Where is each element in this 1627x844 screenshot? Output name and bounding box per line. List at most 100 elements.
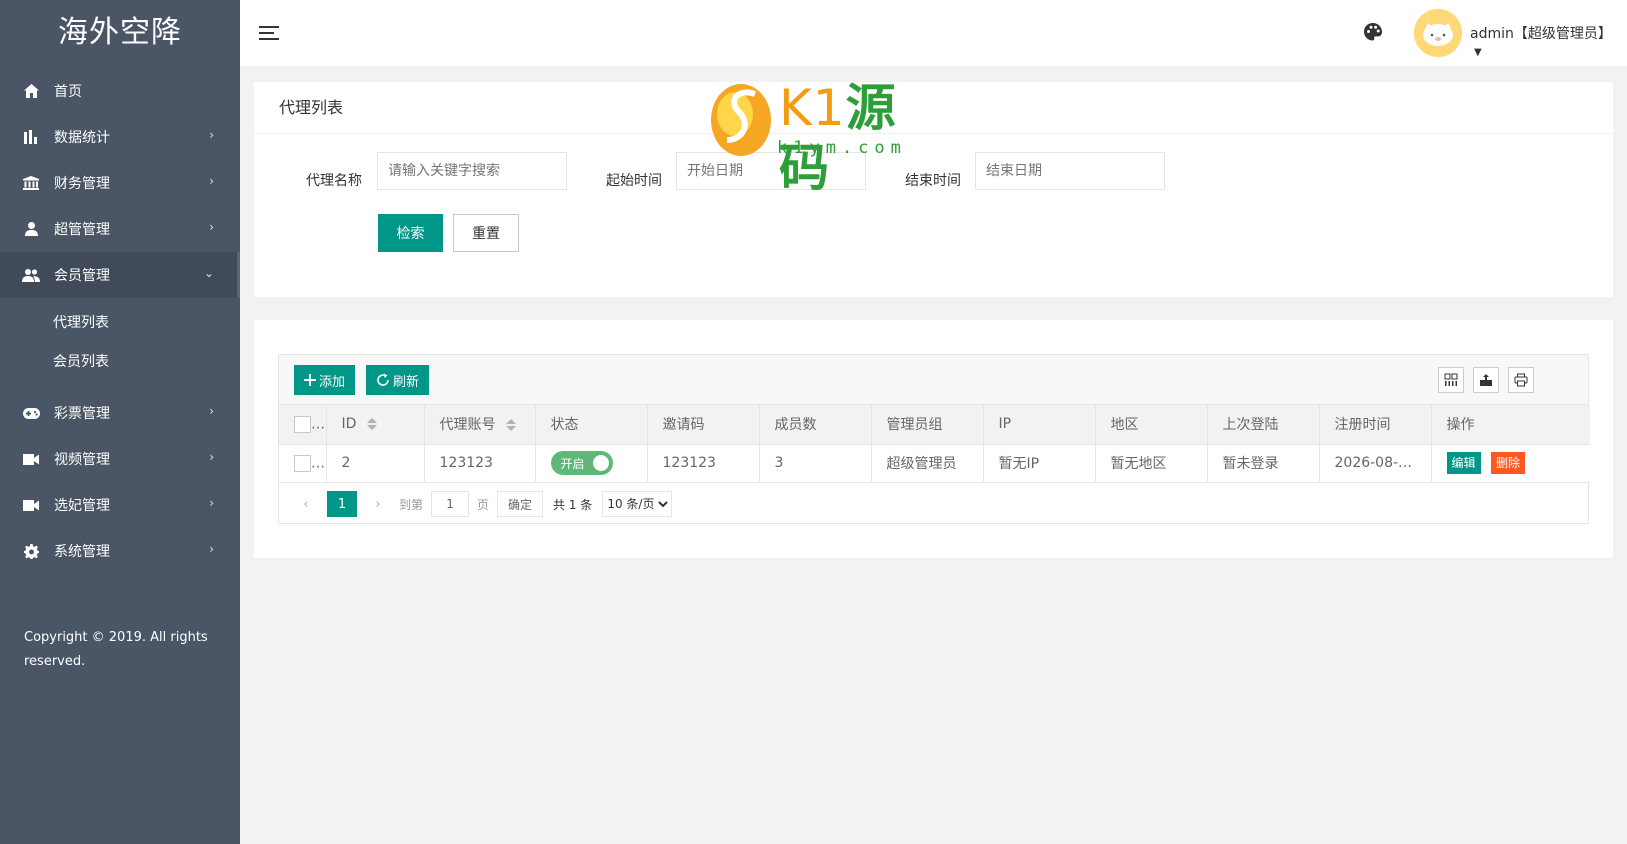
sidebar-item-label: 财务管理	[54, 176, 110, 192]
admin-user-menu[interactable]: admin【超级管理员】 ▼	[1470, 23, 1627, 59]
table-row: 2 123123 开启 123123 3 超级管理员 暂无IP 暂无地区 暂未登…	[279, 444, 1590, 483]
sidebar-item-label: 首页	[54, 84, 82, 100]
sidebar-item-members[interactable]: 会员管理 ⌄	[0, 252, 240, 298]
chevron-right-icon: ›	[209, 450, 214, 464]
submenu-item-agent-list[interactable]: 代理列表	[0, 304, 240, 343]
sidebar-item-label: 彩票管理	[54, 406, 110, 422]
page-unit-label: 页	[477, 497, 490, 512]
next-page-icon[interactable]: ›	[365, 491, 391, 517]
column-header-status: 状态	[535, 405, 648, 445]
refresh-button[interactable]: 刷新	[366, 365, 430, 395]
cell-status: 开启	[535, 444, 648, 483]
column-header-reg-time: 注册时间	[1319, 405, 1432, 445]
column-header-invite: 邀请码	[647, 405, 760, 445]
select-all-checkbox[interactable]	[294, 415, 311, 433]
column-header-last-login: 上次登陆	[1207, 405, 1320, 445]
reset-button[interactable]: 重置	[453, 214, 519, 252]
row-select-cell	[279, 444, 327, 483]
sidebar-item-lottery[interactable]: 彩票管理 ›	[0, 390, 240, 436]
refresh-icon	[377, 373, 389, 386]
caret-down-icon: ▼	[1474, 47, 1482, 58]
sidebar-item-label: 系统管理	[54, 544, 110, 560]
status-toggle[interactable]: 开启	[550, 451, 613, 475]
pagination: ‹ 1 › 到第 页 确定 共 1 条 10 条/页	[279, 485, 1588, 523]
delete-button[interactable]: 删除	[1490, 452, 1525, 474]
copyright-text: Copyright © 2019. All rights reserved.	[24, 630, 208, 669]
cell-id: 2	[326, 444, 425, 483]
camera-icon	[22, 496, 40, 514]
total-count: 共 1 条	[553, 497, 593, 512]
bar-chart-icon	[22, 128, 40, 146]
row-checkbox[interactable]	[294, 454, 311, 472]
sort-icon[interactable]	[366, 418, 377, 431]
goto-page-input[interactable]	[431, 491, 470, 517]
sidebar-item-system[interactable]: 系统管理 ›	[0, 528, 240, 574]
column-header-ip: IP	[983, 405, 1096, 445]
add-button-label: 添加	[319, 374, 346, 390]
watermark-emblem-icon	[711, 84, 771, 156]
table-toolbar: 添加 刷新	[279, 355, 1588, 405]
status-toggle-label: 开启	[560, 456, 585, 471]
agent-name-input[interactable]	[377, 152, 567, 190]
column-header-id[interactable]: ID	[326, 405, 425, 445]
sidebar: 海外空降 首页 数据统计 › 财务管理 › 超管管理 › 会员管理 ⌄ 代理列表…	[0, 0, 240, 844]
avatar[interactable]	[1414, 9, 1462, 57]
print-icon[interactable]	[1508, 367, 1534, 393]
watermark-url: k1ym.com	[777, 138, 907, 158]
bank-icon	[22, 174, 40, 192]
cell-reg-time: 2026-08-0...	[1319, 444, 1432, 483]
cell-group: 超级管理员	[871, 444, 984, 483]
search-card: 代理列表 代理名称 起始时间 结束时间 检索 重置	[254, 82, 1613, 297]
end-date-input[interactable]	[975, 152, 1165, 190]
sidebar-item-video[interactable]: 视频管理 ›	[0, 436, 240, 482]
column-header-account[interactable]: 代理账号	[424, 405, 536, 445]
columns-filter-icon[interactable]	[1438, 367, 1464, 393]
add-button[interactable]: 添加	[294, 365, 356, 395]
plus-icon	[304, 374, 316, 386]
card-title: 代理列表	[254, 82, 1613, 134]
edit-button[interactable]: 编辑	[1446, 452, 1481, 474]
sidebar-item-label: 数据统计	[54, 130, 110, 146]
admin-name-label: admin【超级管理员】	[1470, 26, 1612, 42]
chevron-right-icon: ›	[209, 174, 214, 188]
cell-account: 123123	[424, 444, 536, 483]
end-time-label: 结束时间	[905, 173, 961, 189]
chevron-right-icon: ›	[209, 220, 214, 234]
page-size-select[interactable]: 10 条/页	[602, 491, 673, 517]
cell-ip: 暂无IP	[983, 444, 1096, 483]
theme-palette-icon[interactable]	[1363, 22, 1385, 44]
sidebar-item-concubine[interactable]: 选妃管理 ›	[0, 482, 240, 528]
submenu-members: 代理列表 会员列表	[0, 298, 240, 390]
sort-icon[interactable]	[505, 419, 516, 432]
export-icon[interactable]	[1473, 367, 1499, 393]
watermark-brand-text: K1	[779, 79, 846, 137]
sidebar-item-label: 会员管理	[54, 268, 110, 284]
watermark-logo: K1源码 k1ym.com	[709, 78, 909, 197]
goto-label: 到第	[399, 497, 424, 512]
agent-table: ID 代理账号 状态 邀请码 成员数 管理员组 IP 地区 上次登陆 注册时间 …	[279, 405, 1590, 483]
search-button[interactable]: 检索	[378, 214, 443, 252]
goto-confirm-button[interactable]: 确定	[497, 491, 544, 517]
chevron-right-icon: ›	[209, 496, 214, 510]
menu-toggle-icon[interactable]	[258, 22, 280, 44]
column-header-label: 代理账号	[439, 417, 496, 434]
app-logo: 海外空降	[58, 15, 182, 50]
submenu-item-member-list[interactable]: 会员列表	[0, 343, 240, 382]
select-all-cell	[279, 405, 327, 445]
column-header-members: 成员数	[759, 405, 872, 445]
gear-icon	[22, 542, 40, 560]
start-time-label: 起始时间	[606, 173, 662, 189]
sidebar-item-home[interactable]: 首页	[0, 68, 240, 114]
user-icon	[22, 220, 40, 238]
sidebar-item-stats[interactable]: 数据统计 ›	[0, 114, 240, 160]
sidebar-item-finance[interactable]: 财务管理 ›	[0, 160, 240, 206]
column-header-region: 地区	[1095, 405, 1208, 445]
toggle-knob	[592, 455, 609, 471]
table-card: 添加 刷新 ID 代理账号 状态 邀请码 成员数 管理员组 IP 地区 上次登陆…	[254, 320, 1613, 558]
sidebar-item-label: 选妃管理	[54, 498, 110, 514]
video-icon	[22, 450, 40, 468]
sidebar-item-super-admin[interactable]: 超管管理 ›	[0, 206, 240, 252]
chevron-down-icon: ⌄	[203, 266, 214, 280]
prev-page-icon[interactable]: ‹	[293, 491, 319, 517]
current-page-button[interactable]: 1	[327, 491, 357, 517]
